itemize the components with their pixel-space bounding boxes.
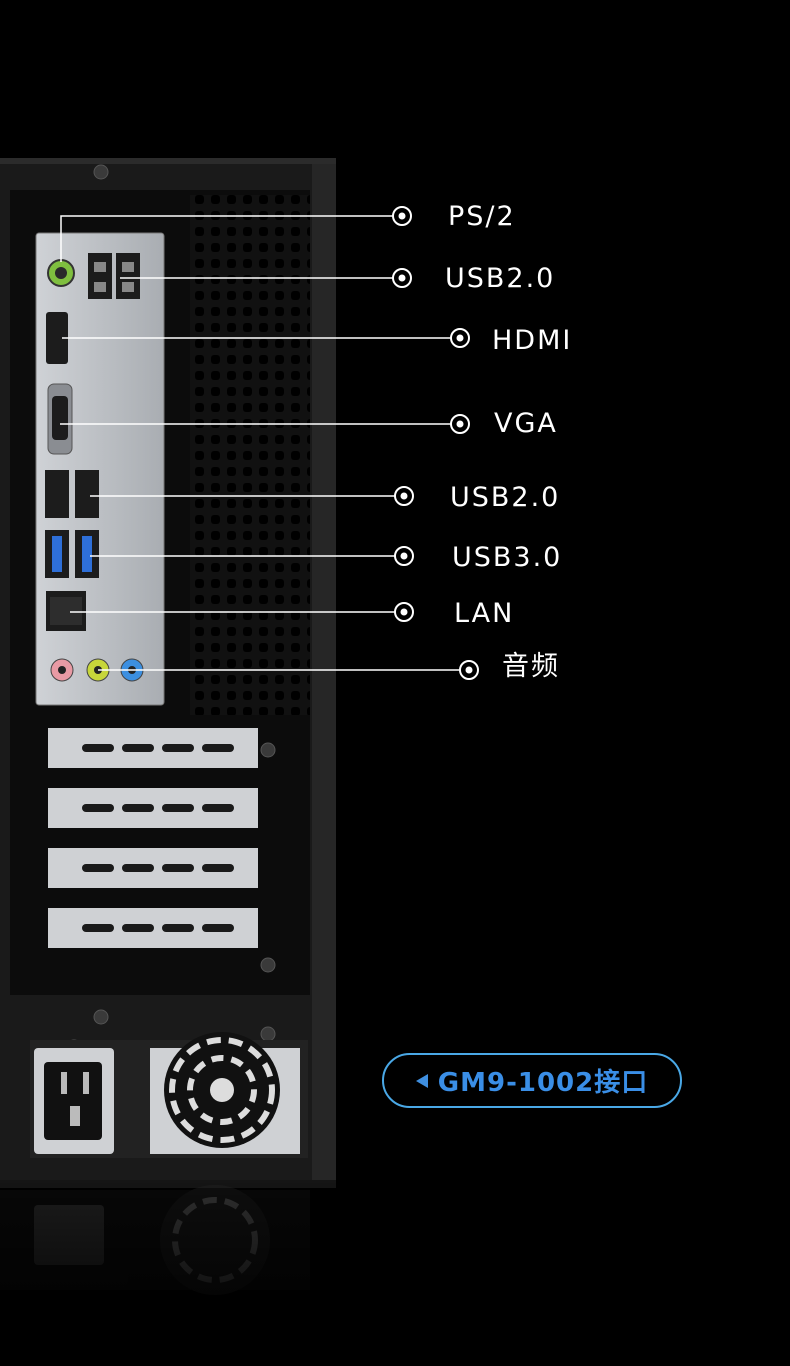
label-hdmi: HDMI <box>492 325 573 356</box>
pc-case-rear-illustration <box>0 158 479 1361</box>
label-vga: VGA <box>494 408 558 439</box>
power-supply <box>30 1032 308 1158</box>
model-badge: GM9-1002接口 <box>382 1053 682 1108</box>
io-shield <box>35 232 165 706</box>
label-usb20-mid: USB2.0 <box>450 482 561 513</box>
model-badge-text: GM9-1002接口 <box>437 1068 649 1098</box>
label-ps2: PS/2 <box>448 201 516 232</box>
label-usb20-top: USB2.0 <box>445 263 556 294</box>
label-audio: 音频 <box>502 651 560 682</box>
product-photo: PS/2 USB2.0 HDMI VGA USB2.0 USB3.0 LAN 音… <box>0 0 790 1361</box>
label-lan: LAN <box>454 598 515 629</box>
label-usb30: USB3.0 <box>452 542 563 573</box>
triangle-left-icon <box>415 1073 428 1088</box>
